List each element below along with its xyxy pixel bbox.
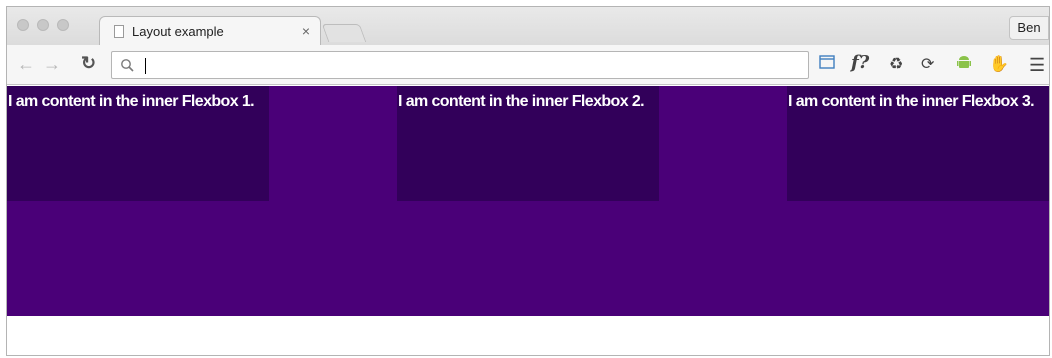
inner-flexbox-1: I am content in the inner Flexbox 1.: [7, 86, 269, 201]
inner-flexbox-1-text: I am content in the inner Flexbox 1.: [8, 93, 255, 110]
address-bar[interactable]: [111, 51, 809, 79]
search-icon: [121, 59, 134, 72]
forward-arrow-icon[interactable]: →: [43, 54, 61, 75]
toolbar: ← → ↻ f? ♻ ⟳ ✋ ☰: [7, 45, 1049, 85]
sync-icon[interactable]: ⟳: [921, 55, 934, 75]
inner-flexbox-2: I am content in the inner Flexbox 2.: [397, 86, 659, 201]
menu-icon[interactable]: ☰: [1029, 55, 1045, 75]
page-icon: [114, 25, 124, 38]
tab-title: Layout example: [132, 24, 224, 39]
back-arrow-icon[interactable]: ←: [17, 54, 35, 75]
page-viewport: I am content in the inner Flexbox 1. I a…: [7, 86, 1049, 355]
profile-button[interactable]: Ben: [1009, 16, 1049, 40]
hand-icon[interactable]: ✋: [989, 55, 1009, 75]
close-tab-icon[interactable]: ×: [302, 23, 310, 39]
recycle-icon[interactable]: ♻: [889, 55, 903, 75]
inner-flexbox-2-text: I am content in the inner Flexbox 2.: [398, 93, 645, 110]
fx-icon[interactable]: f?: [851, 53, 869, 73]
tab-strip: Layout example × Ben: [7, 7, 1049, 46]
tab-layout-example[interactable]: Layout example ×: [99, 16, 321, 46]
new-tab-button[interactable]: [321, 24, 367, 42]
close-window-button[interactable]: [17, 19, 29, 31]
inner-flexbox-3: I am content in the inner Flexbox 3.: [787, 86, 1049, 201]
zoom-window-button[interactable]: [57, 19, 69, 31]
android-icon[interactable]: [957, 55, 971, 77]
minimize-window-button[interactable]: [37, 19, 49, 31]
reload-icon[interactable]: ↻: [81, 53, 96, 74]
outer-flexbox: I am content in the inner Flexbox 1. I a…: [7, 86, 1049, 316]
browser-window: Layout example × Ben ← → ↻ f? ♻ ⟳ ✋ ☰ I …: [6, 6, 1050, 356]
devtools-icon[interactable]: [819, 55, 835, 75]
text-cursor: [145, 58, 146, 74]
inner-flexbox-3-text: I am content in the inner Flexbox 3.: [788, 93, 1035, 110]
